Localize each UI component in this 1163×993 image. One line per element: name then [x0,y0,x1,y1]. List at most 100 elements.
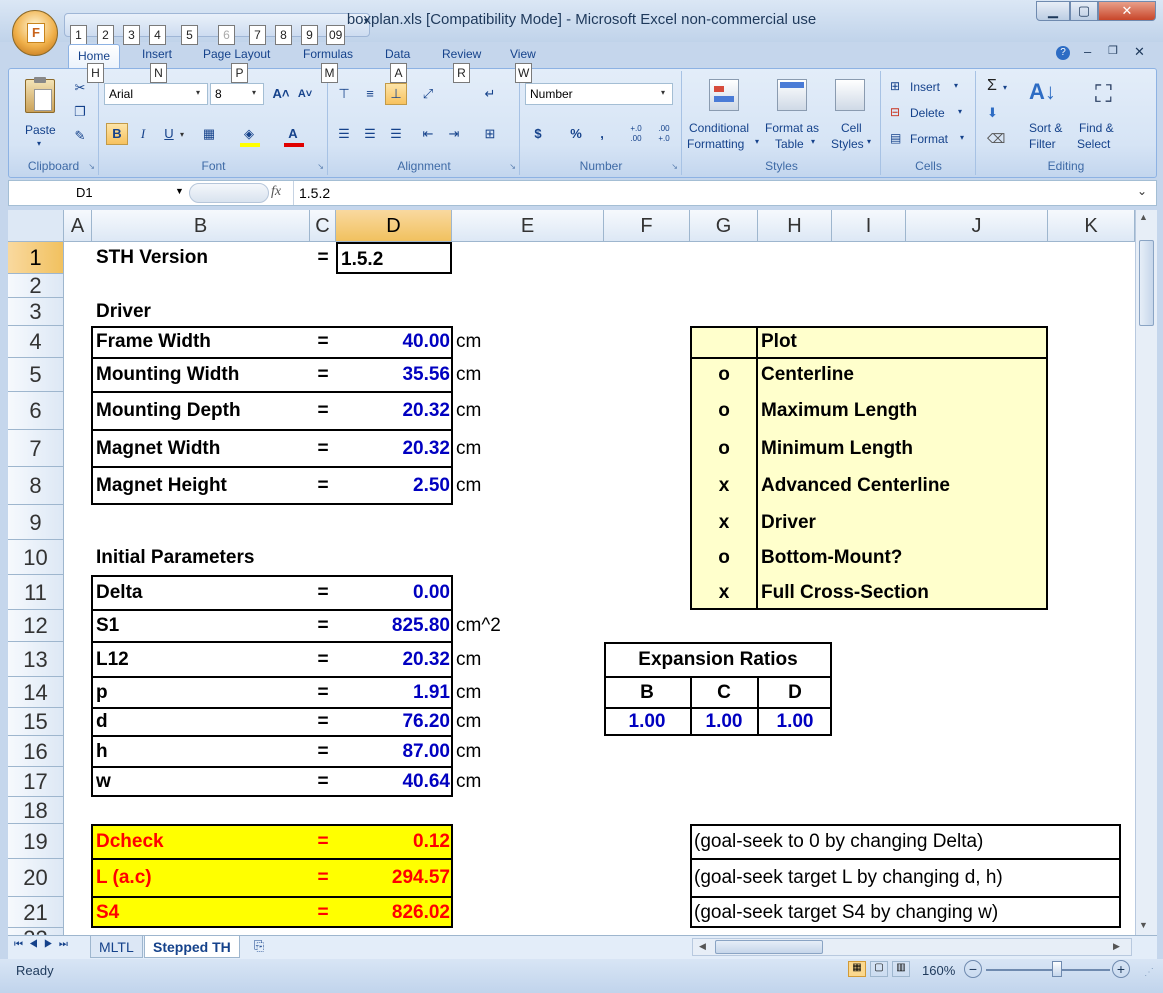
ribbon-restore-icon[interactable]: ❐ [1108,44,1118,57]
tab-view[interactable]: View [510,47,536,61]
insert-sheet-icon[interactable]: ⎘ [254,938,264,954]
driver-label[interactable]: Mounting Depth [96,392,306,430]
check-value[interactable]: 0.12 [336,824,450,859]
horizontal-scroll-thumb[interactable] [715,940,823,954]
row-header-22[interactable]: 22 [8,928,64,935]
expand-formula-bar-icon[interactable]: ⌄ [1137,184,1147,198]
plot-option[interactable]: Driver [761,505,1041,540]
zoom-slider-thumb[interactable] [1052,961,1062,977]
row-header-8[interactable]: 8 [8,467,64,505]
underline-button[interactable]: U [158,123,180,145]
row-header-15[interactable]: 15 [8,708,64,736]
cond-format-dropdown-icon[interactable]: ▾ [755,137,759,146]
office-button[interactable]: F [12,10,58,56]
row-header-1[interactable]: 1 [8,242,64,274]
align-right-icon[interactable]: ☰ [385,123,407,145]
row-header-19[interactable]: 19 [8,824,64,859]
column-header-a[interactable]: A [64,210,92,242]
ribbon-minimize-icon[interactable]: – [1084,44,1091,59]
driver-eq[interactable]: = [310,392,336,430]
param-value[interactable]: 825.80 [336,610,450,642]
plot-title[interactable]: Plot [761,326,961,358]
format-as-table-dropdown-icon[interactable]: ▾ [811,137,815,146]
check-eq[interactable]: = [310,859,336,897]
minimize-button[interactable]: ▁ [1036,1,1070,21]
conditional-formatting-button[interactable]: Conditional [689,121,749,135]
maximize-button[interactable]: ▢ [1070,1,1098,21]
plot-option[interactable]: Centerline [761,358,1041,392]
percent-button[interactable]: % [565,123,587,145]
align-top-icon[interactable]: ⊤ [333,83,355,105]
close-button[interactable]: ✕ [1098,1,1156,21]
param-eq[interactable]: = [310,677,336,708]
sth-version-label[interactable]: STH Version [96,242,306,274]
sth-version-eq[interactable]: = [310,242,336,274]
column-header-i[interactable]: I [832,210,906,242]
plot-option[interactable]: Advanced Centerline [761,467,1041,505]
delete-dropdown-icon[interactable]: ▾ [958,107,962,116]
resize-grip-icon[interactable]: ⋰ [1144,967,1154,978]
row-header-21[interactable]: 21 [8,897,64,928]
row-header-2[interactable]: 2 [8,274,64,298]
bold-button[interactable]: B [106,123,128,145]
goal-seek-note[interactable]: (goal-seek target L by changing d, h) [694,859,1118,897]
param-label[interactable]: S1 [96,610,306,642]
driver-title[interactable]: Driver [96,298,296,326]
fill-color-icon[interactable]: ◈ [238,123,260,145]
page-break-view-icon[interactable]: ▥ [892,961,910,977]
sheet-tab-stepped-th[interactable]: Stepped TH [144,936,240,958]
column-header-f[interactable]: F [604,210,690,242]
paste-button[interactable]: Paste [25,123,56,137]
underline-dropdown-icon[interactable]: ▾ [180,130,184,139]
sheet-tab-mltl[interactable]: MLTL [90,936,143,958]
grow-font-button[interactable]: A˄ [270,83,292,105]
merge-center-icon[interactable]: ⊞ [479,123,501,145]
cell-styles-dropdown-icon[interactable]: ▾ [867,137,871,146]
worksheet-grid[interactable]: ABCDEFGHIJK 1 2 3 4 5 6 7 8 9 10 11 12 13 14 15 16 17 18 1… [8,210,1135,935]
number-format-select[interactable]: Number [525,83,673,105]
param-eq[interactable]: = [310,575,336,610]
param-label[interactable]: w [96,767,306,797]
goal-seek-note[interactable]: (goal-seek to 0 by changing Delta) [694,824,1118,859]
formula-input[interactable]: 1.5.2 [299,181,330,205]
param-value[interactable]: 0.00 [336,575,450,610]
check-value[interactable]: 826.02 [336,897,450,928]
plot-mark[interactable]: x [690,575,758,610]
check-eq[interactable]: = [310,897,336,928]
driver-unit[interactable]: cm [456,358,516,392]
param-label[interactable]: p [96,677,306,708]
check-eq[interactable]: = [310,824,336,859]
row-header-18[interactable]: 18 [8,797,64,824]
wrap-text-icon[interactable]: ↵ [479,83,501,105]
expansion-header-b[interactable]: B [604,677,690,708]
plot-mark[interactable]: o [690,392,758,430]
zoom-in-icon[interactable]: + [1112,960,1130,978]
driver-value[interactable]: 40.00 [336,326,450,358]
comma-button[interactable]: , [591,123,613,145]
param-label[interactable]: h [96,736,306,767]
paste-dropdown-icon[interactable]: ▾ [37,139,41,148]
expansion-header-d[interactable]: D [758,677,832,708]
tab-formulas[interactable]: Formulas [303,47,353,61]
column-header-b[interactable]: B [92,210,310,242]
row-header-17[interactable]: 17 [8,767,64,797]
param-eq[interactable]: = [310,736,336,767]
currency-button[interactable]: $ [527,123,549,145]
expansion-title[interactable]: Expansion Ratios [604,642,832,677]
check-label[interactable]: S4 [96,897,306,928]
shrink-font-button[interactable]: A˅ [294,83,316,105]
vertical-scrollbar[interactable]: ▲ ▼ [1135,210,1157,935]
check-value[interactable]: 294.57 [336,859,450,897]
check-label[interactable]: Dcheck [96,824,306,859]
orientation-icon[interactable]: ⤢ [417,83,439,105]
font-name-dropdown-icon[interactable]: ▾ [196,88,200,97]
clear-icon[interactable]: ⌫ [987,131,1005,147]
borders-icon[interactable]: ▦ [198,123,220,145]
find-select-button-line2[interactable]: Select [1077,137,1110,151]
column-header-j[interactable]: J [906,210,1048,242]
driver-label[interactable]: Frame Width [96,326,306,358]
goal-seek-note[interactable]: (goal-seek target S4 by changing w) [694,897,1118,928]
align-middle-icon[interactable]: ≡ [359,83,381,105]
scroll-down-icon[interactable]: ▼ [1139,920,1148,930]
row-header-10[interactable]: 10 [8,540,64,575]
